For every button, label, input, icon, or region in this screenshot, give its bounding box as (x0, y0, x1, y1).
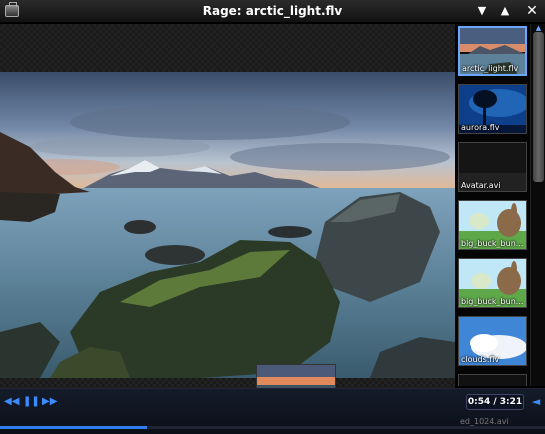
playlist-item-label: clouds.flv (461, 355, 500, 364)
minimize-button[interactable]: ▼ (474, 3, 490, 19)
pause-button[interactable]: ❚❚ (23, 395, 40, 409)
control-bar: ◀◀ ❚❚ ▶▶ ed_1024.avi 0:54 / 3:21 ◄ (0, 388, 545, 434)
playlist-item-label: aurora.flv (461, 123, 500, 132)
playlist-panel: arctic_light.flv aurora.flv Avatar.avi b… (455, 24, 530, 386)
playlist-item[interactable]: big_buck_bun... (458, 200, 527, 250)
letterbox-bottom (0, 378, 455, 388)
playlist-scrollbar[interactable]: ▲ (530, 24, 545, 386)
previous-button[interactable]: ◀◀ (4, 395, 20, 409)
progress-bar[interactable] (0, 426, 545, 429)
skip-back-icon: ◀◀ (4, 396, 20, 407)
scrollbar-thumb[interactable] (533, 32, 544, 182)
skip-forward-icon: ▶▶ (42, 396, 58, 407)
thumbnail-image (459, 375, 526, 386)
pause-icon: ❚❚ (23, 396, 40, 407)
maximize-button[interactable]: ▲ (497, 3, 513, 19)
volume-icon: ◄ (531, 395, 541, 408)
scroll-up-icon[interactable]: ▲ (531, 24, 545, 32)
video-frame[interactable] (0, 72, 455, 378)
playlist-item[interactable]: aurora.flv (458, 84, 527, 134)
progress-fill (0, 426, 148, 429)
playlist-item[interactable]: Avatar.avi (458, 142, 527, 192)
playlist-item[interactable]: big_buck_bun... (458, 258, 527, 308)
video-image (0, 72, 455, 378)
playlist-item-label: big_buck_bun... (461, 297, 524, 306)
window-title: Rage: arctic_light.flv (202, 4, 343, 18)
playlist-item-label: ed_1024.avi (460, 417, 509, 426)
playlist-item[interactable]: clouds.flv (458, 316, 527, 366)
time-display: 0:54 / 3:21 (466, 394, 524, 410)
volume-button[interactable]: ◄ (529, 395, 543, 409)
playlist-item[interactable] (458, 374, 527, 386)
playlist-item[interactable]: arctic_light.flv (458, 26, 527, 76)
next-button[interactable]: ▶▶ (42, 395, 58, 409)
playlist-item-label: arctic_light.flv (462, 64, 519, 73)
title-bar: Rage: arctic_light.flv ▼ ▲ ✕ (0, 0, 545, 23)
close-button[interactable]: ✕ (524, 3, 540, 19)
playlist-item-label: big_buck_bun... (461, 239, 524, 248)
letterbox-top (0, 24, 455, 72)
playlist-item-label: Avatar.avi (461, 181, 501, 190)
